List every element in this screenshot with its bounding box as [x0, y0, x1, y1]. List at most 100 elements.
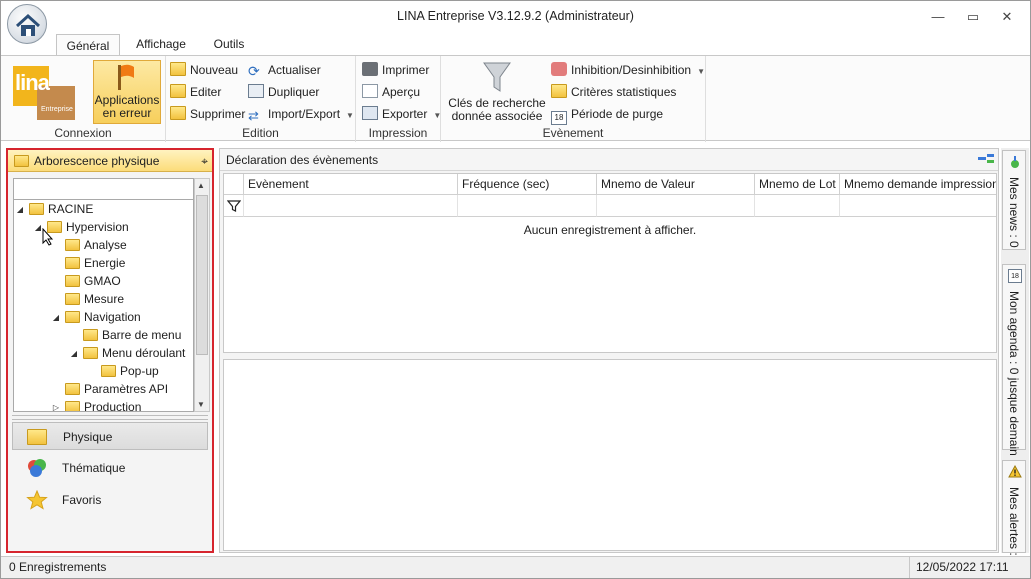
tree-node-menu-deroulant[interactable]: Menu déroulant	[83, 344, 185, 362]
title-bar: LINA Entreprise V3.12.9.2 (Administrateu…	[1, 1, 1030, 44]
cles-de-recherche-button[interactable]: Clés de recherche donnée associée	[447, 60, 547, 123]
tree-node-pop-up[interactable]: Pop-up	[101, 362, 159, 380]
group-impression: Imprimer Aperçu Exporter ▼ Impression	[356, 56, 441, 142]
scroll-down-arrow-icon[interactable]: ▼	[197, 400, 205, 409]
filter-cell-frequence[interactable]	[458, 195, 597, 217]
tree-node-hypervision[interactable]: Hypervision	[47, 218, 129, 236]
scroll-up-arrow-icon[interactable]: ▲	[197, 181, 205, 190]
tree-node-label: Menu déroulant	[102, 346, 186, 360]
minimize-button[interactable]: —	[927, 7, 949, 27]
tree-node-mesure[interactable]: Mesure	[65, 290, 124, 308]
column-header-frequence[interactable]: Fréquence (sec)	[458, 174, 597, 195]
supprimer-button[interactable]: Supprimer	[170, 104, 245, 124]
filter-cell-mnemo-lot[interactable]	[755, 195, 840, 217]
home-app-icon[interactable]	[7, 4, 47, 44]
tree-node-label: Energie	[84, 256, 126, 270]
tab-general[interactable]: Général	[56, 34, 120, 56]
tree-node-production[interactable]: Production	[65, 398, 141, 411]
news-tab[interactable]: Mes news : 0	[1002, 150, 1026, 250]
tree-node-analyse[interactable]: Analyse	[65, 236, 127, 254]
supprimer-label: Supprimer	[190, 107, 246, 121]
tree-search-input[interactable]	[13, 178, 194, 200]
nav-thematique-label: Thématique	[62, 461, 126, 475]
column-header-evenement[interactable]: Evènement	[244, 174, 458, 195]
folder-icon	[101, 365, 116, 377]
nav-favoris[interactable]: Favoris	[12, 486, 208, 514]
layout-toggle-icon[interactable]	[978, 154, 994, 166]
folder-icon	[65, 401, 80, 411]
applications-en-erreur-label: Applications en erreur	[94, 93, 160, 120]
main-panel-header: Déclaration des évènements	[220, 149, 998, 171]
import-export-icon: ⇄	[248, 108, 259, 123]
window-title: LINA Entreprise V3.12.9.2 (Administrateu…	[397, 9, 634, 23]
apercu-button[interactable]: Aperçu	[362, 82, 420, 102]
inhibition-label: Inhibition/Desinhibition	[571, 63, 692, 77]
tree-scroll-thumb[interactable]	[196, 195, 208, 355]
tree-node-label: Pop-up	[120, 364, 159, 378]
column-header-mnemo-lot[interactable]: Mnemo de Lot	[755, 174, 840, 195]
tree-node-gmao[interactable]: GMAO	[65, 272, 121, 290]
group-label-connexion: Connexion	[54, 126, 112, 140]
tree-toggle-navigation[interactable]: ◢	[51, 313, 61, 322]
column-header-mnemo-impression[interactable]: Mnemo demande impression	[840, 174, 996, 195]
filter-cell-evenement[interactable]	[244, 195, 458, 217]
criteres-button[interactable]: Critères statistiques	[551, 82, 676, 102]
export-icon	[362, 106, 378, 120]
column-header-mnemo-valeur[interactable]: Mnemo de Valeur	[597, 174, 755, 195]
close-button[interactable]: ✕	[996, 7, 1018, 27]
tab-affichage[interactable]: Affichage	[129, 33, 193, 55]
nav-physique[interactable]: Physique	[12, 422, 208, 450]
duplicate-icon	[248, 84, 264, 98]
folder-icon	[65, 275, 80, 287]
tree-node-parametres-api[interactable]: Paramètres API	[65, 380, 168, 398]
applications-en-erreur-button[interactable]: Applications en erreur	[93, 60, 161, 124]
tree-node-racine[interactable]: RACINE	[29, 200, 93, 218]
printer-icon	[362, 62, 378, 76]
delete-folder-icon	[170, 106, 186, 120]
filter-cell-mnemo-valeur[interactable]	[597, 195, 755, 217]
periode-button[interactable]: 18 Période de purge	[551, 104, 663, 125]
panel-splitter[interactable]	[12, 415, 208, 420]
dupliquer-label: Dupliquer	[268, 85, 320, 99]
imprimer-label: Imprimer	[382, 63, 430, 77]
status-bar: 0 Enregistrements 12/05/2022 17:11	[1, 556, 1030, 578]
tree-toggle-production[interactable]: ▷	[51, 403, 61, 411]
imprimer-button[interactable]: Imprimer	[362, 60, 429, 80]
import-export-button[interactable]: ⇄ Import/Export ▼	[248, 104, 354, 124]
inhibition-button[interactable]: Inhibition/Desinhibition ▼	[551, 60, 705, 80]
restore-button[interactable]: ▭	[962, 7, 984, 27]
group-connexion: lina Entreprise Applications en erreur C…	[1, 56, 166, 142]
pin-icon[interactable]: ⌖	[201, 150, 208, 172]
filter-row-icon-cell[interactable]	[224, 195, 244, 217]
exporter-button[interactable]: Exporter ▼	[362, 104, 441, 124]
tab-outils[interactable]: Outils	[201, 33, 257, 55]
folder-icon	[29, 203, 44, 215]
tree-node-barre-de-menu[interactable]: Barre de menu	[83, 326, 181, 344]
tree-toggle-racine[interactable]: ◢	[15, 205, 25, 214]
alerts-tab[interactable]: Mes alertes :	[1002, 460, 1026, 556]
tree-node-label: RACINE	[48, 202, 94, 216]
group-label-edition: Edition	[242, 126, 279, 140]
alerts-label: Mes alertes :	[1007, 487, 1021, 556]
calendar-icon: 18	[1008, 269, 1022, 283]
agenda-tab[interactable]: 18 Mon agenda : 0 jusque demain	[1002, 264, 1026, 456]
folder-icon	[65, 293, 80, 305]
filter-cell-mnemo-impression[interactable]	[840, 195, 996, 217]
folder-icon	[83, 329, 98, 341]
actualiser-button[interactable]: ⟳ Actualiser	[248, 60, 321, 80]
tree-toggle-menu-deroulant[interactable]: ◢	[69, 349, 79, 358]
nouveau-button[interactable]: Nouveau	[170, 60, 238, 80]
chevron-down-icon: ▼	[697, 67, 705, 76]
left-panel-header: Arborescence physique ⌖	[8, 150, 212, 172]
warning-icon	[1008, 465, 1022, 478]
tree-node-navigation[interactable]: Navigation	[65, 308, 141, 326]
dupliquer-button[interactable]: Dupliquer	[248, 82, 319, 102]
new-folder-icon	[170, 62, 186, 76]
nav-thematique[interactable]: Thématique	[12, 454, 208, 482]
main-panel-title: Déclaration des évènements	[226, 153, 379, 167]
tree-node-energie[interactable]: Energie	[65, 254, 125, 272]
tree-scrollbar[interactable]: ▲ ▼	[194, 178, 210, 412]
record-count: 0 Enregistrements	[9, 560, 107, 574]
editer-button[interactable]: Editer	[170, 82, 221, 102]
tree-node-label: Hypervision	[66, 220, 129, 234]
